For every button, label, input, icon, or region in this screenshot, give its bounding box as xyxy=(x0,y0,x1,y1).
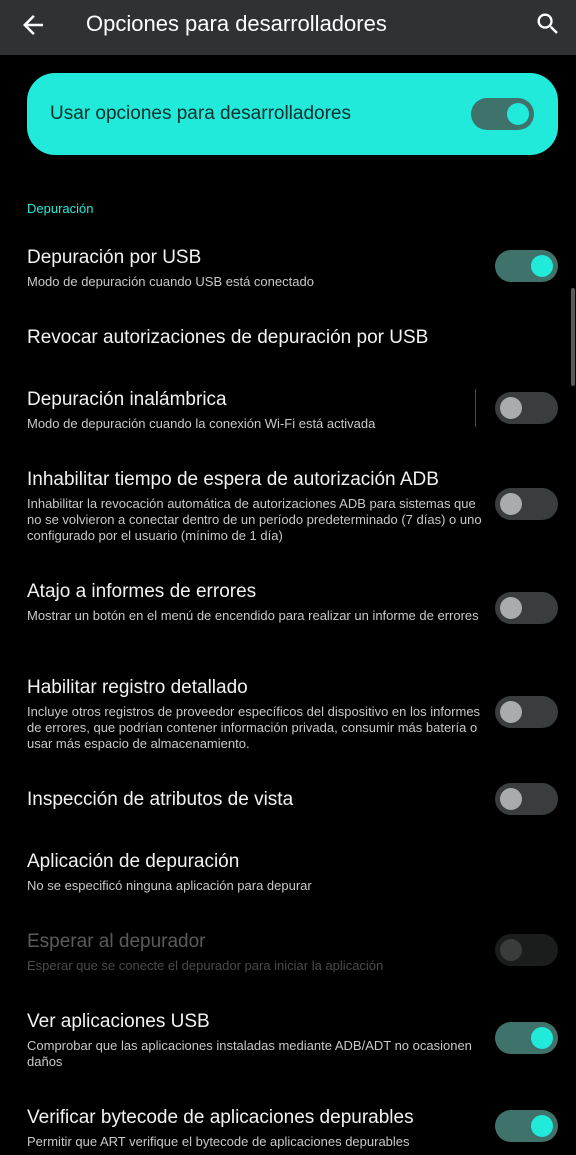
switch-knob xyxy=(500,493,522,515)
arrow-back-icon[interactable] xyxy=(18,10,48,40)
setting-view-attribute-inspection[interactable]: Inspección de atributos de vista xyxy=(27,789,487,811)
bug-report-shortcut-switch[interactable] xyxy=(495,592,558,624)
setting-subtitle: Modo de depuración cuando la conexión Wi… xyxy=(27,416,376,431)
master-switch[interactable] xyxy=(471,98,534,130)
setting-wireless-debugging[interactable]: Depuración inalámbrica Modo de depuració… xyxy=(27,389,487,432)
switch-knob xyxy=(500,397,522,419)
view-attribute-inspection-switch[interactable] xyxy=(495,783,558,815)
switch-knob xyxy=(507,103,529,125)
setting-subtitle: No se especificó ninguna aplicación para… xyxy=(27,878,312,893)
wait-for-debugger-switch xyxy=(495,934,558,966)
setting-verify-debuggable-bytecode[interactable]: Verificar bytecode de aplicaciones depur… xyxy=(27,1107,487,1150)
setting-title: Ver aplicaciones USB xyxy=(27,1011,210,1032)
setting-title: Depuración por USB xyxy=(27,247,202,268)
master-toggle-label: Usar opciones para desarrolladores xyxy=(50,103,351,124)
setting-debug-app[interactable]: Aplicación de depuración No se especific… xyxy=(27,851,487,894)
wireless-debugging-switch[interactable] xyxy=(495,392,558,424)
setting-subtitle: Esperar que se conecte el depurador para… xyxy=(27,958,384,973)
switch-knob xyxy=(500,701,522,723)
setting-title: Esperar al depurador xyxy=(27,931,206,952)
setting-title: Verificar bytecode de aplicaciones depur… xyxy=(27,1107,414,1128)
setting-wait-for-debugger: Esperar al depurador Esperar que se cone… xyxy=(27,931,487,974)
setting-disable-adb-timeout[interactable]: Inhabilitar tiempo de espera de autoriza… xyxy=(27,469,487,544)
page-title: Opciones para desarrolladores xyxy=(86,11,387,36)
divider xyxy=(475,389,476,427)
setting-subtitle: Inhabilitar la revocación automática de … xyxy=(27,496,482,543)
search-icon[interactable] xyxy=(534,10,562,38)
setting-subtitle: Incluye otros registros de proveedor esp… xyxy=(27,704,481,751)
switch-knob xyxy=(531,255,553,277)
switch-knob xyxy=(531,1115,553,1137)
setting-title: Depuración inalámbrica xyxy=(27,389,227,410)
switch-knob xyxy=(500,597,522,619)
setting-verbose-logging[interactable]: Habilitar registro detallado Incluye otr… xyxy=(27,677,487,752)
setting-subtitle: Permitir que ART verifique el bytecode d… xyxy=(27,1134,410,1149)
verbose-logging-switch[interactable] xyxy=(495,696,558,728)
section-header-debugging: Depuración xyxy=(27,201,94,216)
setting-title: Atajo a informes de errores xyxy=(27,581,257,602)
setting-subtitle: Mostrar un botón en el menú de encendido… xyxy=(27,608,479,623)
switch-knob xyxy=(531,1027,553,1049)
setting-subtitle: Comprobar que las aplicaciones instalada… xyxy=(27,1038,472,1069)
setting-verify-usb-apps[interactable]: Ver aplicaciones USB Comprobar que las a… xyxy=(27,1011,487,1070)
switch-knob xyxy=(500,788,522,810)
setting-revoke-usb-authorizations[interactable]: Revocar autorizaciones de depuración por… xyxy=(27,327,487,349)
setting-title: Inspección de atributos de vista xyxy=(27,789,294,810)
disable-adb-timeout-switch[interactable] xyxy=(495,488,558,520)
setting-title: Revocar autorizaciones de depuración por… xyxy=(27,327,429,348)
usb-debugging-switch[interactable] xyxy=(495,250,558,282)
setting-usb-debugging[interactable]: Depuración por USB Modo de depuración cu… xyxy=(27,247,487,290)
verify-usb-apps-switch[interactable] xyxy=(495,1022,558,1054)
scrollbar[interactable] xyxy=(571,288,575,386)
setting-subtitle: Modo de depuración cuando USB está conec… xyxy=(27,274,314,289)
app-bar: Opciones para desarrolladores xyxy=(0,0,576,55)
setting-title: Habilitar registro detallado xyxy=(27,677,248,698)
verify-debuggable-bytecode-switch[interactable] xyxy=(495,1110,558,1142)
developer-options-master-toggle[interactable]: Usar opciones para desarrolladores xyxy=(27,73,558,155)
switch-knob xyxy=(500,939,522,961)
setting-title: Inhabilitar tiempo de espera de autoriza… xyxy=(27,469,439,490)
setting-bug-report-shortcut[interactable]: Atajo a informes de errores Mostrar un b… xyxy=(27,581,487,624)
setting-title: Aplicación de depuración xyxy=(27,851,240,872)
